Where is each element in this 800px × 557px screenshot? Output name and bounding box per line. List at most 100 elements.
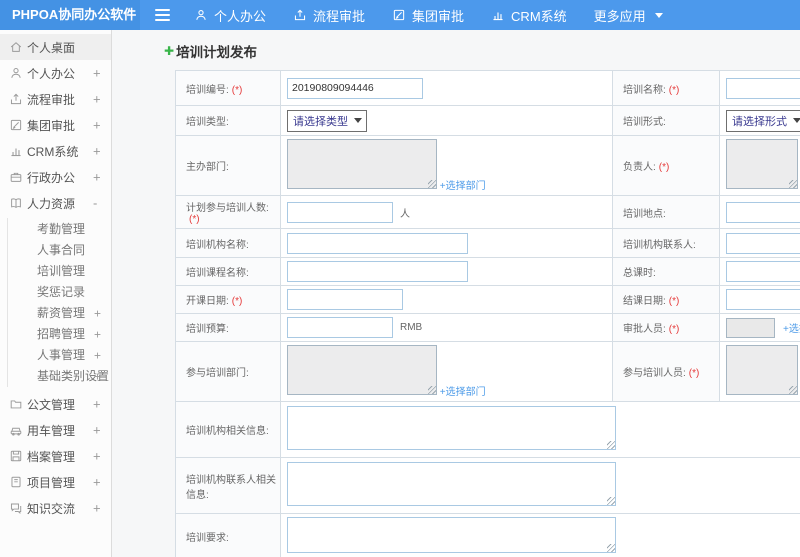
user-icon xyxy=(9,66,23,80)
org-info-textarea[interactable] xyxy=(287,406,616,450)
select-approvers-link[interactable]: +选择审批人员 xyxy=(783,320,800,335)
requirements-textarea[interactable] xyxy=(287,517,616,553)
sidebar-item-knowledge[interactable]: 知识交流 + xyxy=(0,495,111,521)
leader-textarea[interactable] xyxy=(726,139,798,189)
total-hours-input[interactable] xyxy=(726,261,800,282)
join-depts-label: 参与培训部门: xyxy=(186,368,249,379)
expand-icon[interactable]: + xyxy=(93,144,101,159)
chart-icon xyxy=(491,8,505,22)
select-dept-link[interactable]: +选择部门 xyxy=(440,177,486,192)
expand-icon[interactable]: + xyxy=(93,475,101,490)
top-nav: 个人办公 流程审批 集团审批 CRM系统 更多应用 xyxy=(194,6,663,25)
form-field-cell: 请选择形式 xyxy=(719,105,800,136)
sidebar-item-documents[interactable]: 公文管理 + xyxy=(0,391,111,417)
host-dept-textarea[interactable] xyxy=(287,139,437,189)
location-input[interactable] xyxy=(726,201,800,223)
form-label-cell: 审批人员: (*) xyxy=(612,313,720,342)
expand-icon[interactable]: + xyxy=(94,366,101,387)
expand-icon[interactable]: + xyxy=(93,92,101,107)
org-name-input[interactable] xyxy=(287,232,468,254)
form-label-cell: 培训要求: xyxy=(175,513,281,557)
form-field-cell xyxy=(719,285,800,314)
form-field-cell xyxy=(280,285,613,314)
hamburger-menu-icon[interactable] xyxy=(155,9,170,21)
edit-icon xyxy=(9,118,23,132)
org-info-label: 培训机构相关信息: xyxy=(186,426,269,437)
sidebar-item-vehicle[interactable]: 用车管理 + xyxy=(0,417,111,443)
sidebar-subitem-base-category[interactable]: 基础类别设置 + xyxy=(0,366,111,387)
training-no-input[interactable] xyxy=(287,77,423,99)
edit-icon xyxy=(392,8,406,22)
sidebar-item-personal-office[interactable]: 个人办公 + xyxy=(0,60,111,86)
unit-rmb: RMB xyxy=(400,322,423,333)
end-date-input[interactable] xyxy=(726,289,800,310)
org-contact-info-textarea[interactable] xyxy=(287,462,616,506)
org-contact-label: 培训机构联系人: xyxy=(623,239,696,251)
expand-icon[interactable]: + xyxy=(93,449,101,464)
expand-icon[interactable]: + xyxy=(93,170,101,185)
sidebar-subitem-salary[interactable]: 薪资管理 + xyxy=(0,303,111,324)
expand-icon[interactable]: + xyxy=(93,501,101,516)
sidebar-subitem-attendance[interactable]: 考勤管理 xyxy=(0,219,111,240)
form-field-cell: 请选择类型 xyxy=(280,105,613,136)
home-icon xyxy=(9,40,23,54)
org-contact-input[interactable] xyxy=(726,232,800,254)
sidebar-subitem-recruit[interactable]: 招聘管理 + xyxy=(0,324,111,345)
sidebar-item-admin-office[interactable]: 行政办公 + xyxy=(0,164,111,190)
approvers-label: 审批人员: xyxy=(623,324,666,335)
nav-crm[interactable]: CRM系统 xyxy=(491,6,567,25)
collapse-icon[interactable]: - xyxy=(93,196,97,211)
sidebar-item-projects[interactable]: 项目管理 + xyxy=(0,469,111,495)
form-field-cell xyxy=(280,401,800,458)
course-name-input[interactable] xyxy=(287,261,468,282)
expand-icon[interactable]: + xyxy=(93,423,101,438)
budget-input[interactable] xyxy=(287,317,393,338)
form-label-cell: 培训机构联系人: xyxy=(612,228,720,258)
join-depts-textarea[interactable] xyxy=(287,345,437,395)
form-label-cell: 负责人: (*) xyxy=(612,135,720,196)
sidebar-subitem-rewards[interactable]: 奖惩记录 xyxy=(0,282,111,303)
briefcase-icon xyxy=(9,170,23,184)
training-form-select[interactable]: 请选择形式 xyxy=(726,109,800,132)
sidebar-item-archives[interactable]: 档案管理 + xyxy=(0,443,111,469)
training-name-input[interactable] xyxy=(726,77,800,99)
sidebar-item-crm[interactable]: CRM系统 + xyxy=(0,138,111,164)
book-icon xyxy=(9,196,23,210)
org-contact-info-label: 培训机构联系人相关信息: xyxy=(186,474,276,501)
form-field-cell xyxy=(719,257,800,286)
start-date-label: 开课日期: xyxy=(186,296,229,307)
expand-icon[interactable]: + xyxy=(93,397,101,412)
form-field-cell: 人 xyxy=(280,195,613,229)
form-field-cell: +选择负责人 xyxy=(719,135,800,196)
sidebar-item-flow-approval[interactable]: 流程审批 + xyxy=(0,86,111,112)
course-name-label: 培训课程名称: xyxy=(186,268,249,279)
select-dept-link[interactable]: +选择部门 xyxy=(440,383,486,398)
nav-group-approval[interactable]: 集团审批 xyxy=(392,6,464,25)
sidebar-subitem-personnel[interactable]: 人事管理 + xyxy=(0,345,111,366)
chat-icon xyxy=(9,501,23,515)
expand-icon[interactable]: + xyxy=(94,324,101,345)
nav-personal-office[interactable]: 个人办公 xyxy=(194,6,266,25)
sidebar-subitem-training[interactable]: 培训管理 xyxy=(0,261,111,282)
expand-icon[interactable]: + xyxy=(94,345,101,366)
training-type-select[interactable]: 请选择类型 xyxy=(287,109,367,132)
sidebar-item-group-approval[interactable]: 集团审批 + xyxy=(0,112,111,138)
flow-icon xyxy=(9,92,23,106)
sidebar-item-hr[interactable]: 人力资源 - xyxy=(0,190,111,216)
training-no-label: 培训编号: xyxy=(186,84,229,96)
expand-icon[interactable]: + xyxy=(93,118,101,133)
form-field-cell: +选择部门 xyxy=(280,135,613,196)
approvers-input[interactable] xyxy=(726,317,775,338)
expand-icon[interactable]: + xyxy=(93,66,101,81)
join-people-textarea[interactable] xyxy=(726,345,798,395)
expand-icon[interactable]: + xyxy=(94,303,101,324)
start-date-input[interactable] xyxy=(287,289,403,310)
training-form-table: 培训编号:(*) 培训名称:(*) 培训类型: 请选择类型 培训形式: 请选择形… xyxy=(175,70,800,557)
sidebar-item-personal-desktop[interactable]: 个人桌面 xyxy=(0,34,111,60)
nav-more-apps[interactable]: 更多应用 xyxy=(594,6,663,25)
form-label-cell: 参与培训人员: (*) xyxy=(612,341,720,402)
app-logo: PHPOA协同办公软件 xyxy=(0,0,140,30)
nav-flow-approval[interactable]: 流程审批 xyxy=(293,6,365,25)
sidebar-subitem-hr-contract[interactable]: 人事合同 xyxy=(0,240,111,261)
planned-count-input[interactable] xyxy=(287,201,393,223)
